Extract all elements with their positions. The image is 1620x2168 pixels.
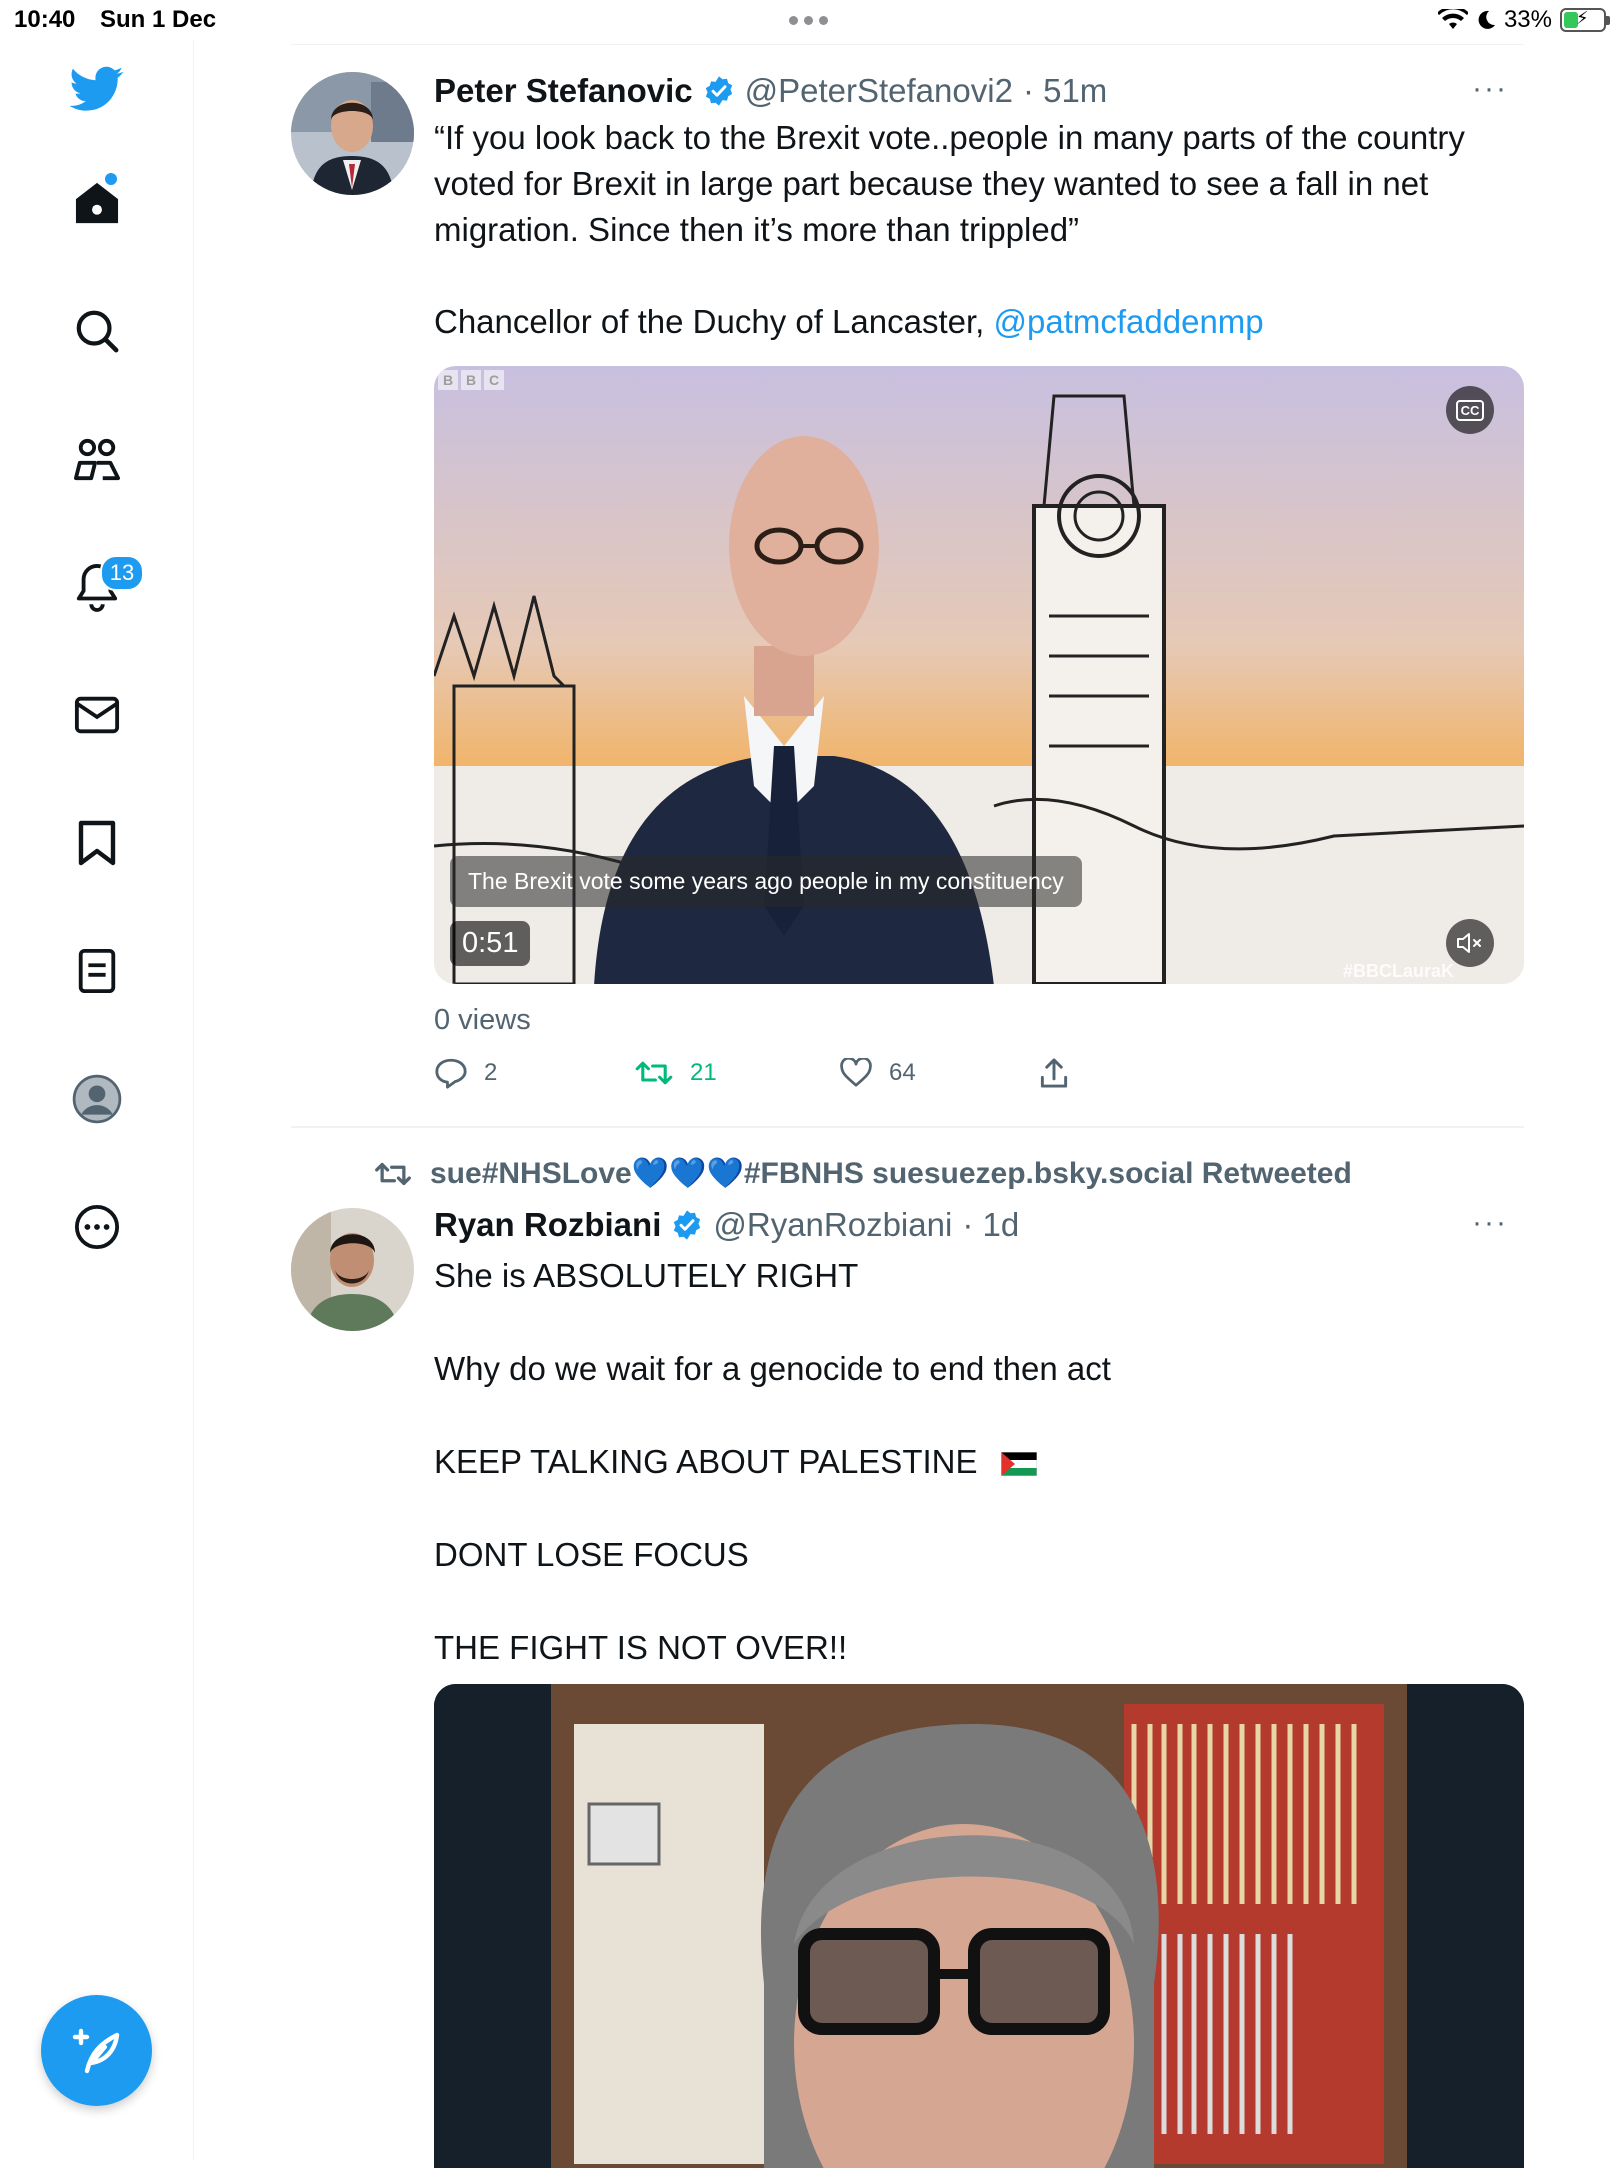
search-icon[interactable] — [66, 300, 128, 362]
profile-icon[interactable] — [66, 1068, 128, 1130]
feed-top-divider — [291, 44, 1524, 45]
author-handle[interactable]: @RyanRozbiani — [713, 1206, 952, 1244]
mute-button[interactable] — [1446, 919, 1494, 967]
like-count: 64 — [889, 1059, 916, 1086]
tweet-video[interactable]: BBC CC The Brexit vote some years ago pe… — [434, 366, 1524, 984]
messages-icon[interactable] — [66, 684, 128, 746]
mention-link[interactable]: @patmcfaddenmp — [994, 303, 1264, 340]
like-button[interactable]: 64 — [839, 1058, 1039, 1088]
verified-badge-icon — [674, 1210, 701, 1240]
twitter-logo-icon[interactable] — [66, 58, 128, 120]
tweet-time[interactable]: · 1d — [962, 1206, 1019, 1244]
compose-tweet-button[interactable] — [41, 1995, 152, 2106]
tweet-quote: “If you look back to the Brexit vote..pe… — [434, 119, 1465, 248]
tweet-header: Peter Stefanovic @PeterStefanovi2 · 51m — [434, 72, 1107, 110]
reply-icon — [435, 1058, 467, 1089]
palestine-flag-icon — [1000, 1451, 1038, 1477]
more-icon[interactable] — [66, 1196, 128, 1258]
video-frame — [434, 1684, 1524, 2168]
view-count: 0 views — [434, 1004, 531, 1036]
tweet-more-button[interactable]: ··· — [1472, 72, 1508, 106]
video-caption: The Brexit vote some years ago people in… — [450, 856, 1082, 907]
blue-hearts-emoji: 💙💙💙 — [631, 1157, 744, 1190]
status-date: Sun 1 Dec — [100, 6, 217, 33]
heart-icon — [840, 1058, 872, 1087]
communities-icon[interactable] — [66, 428, 128, 490]
battery-percent: 33% — [1503, 6, 1552, 33]
tweet-line: KEEP TALKING ABOUT PALESTINE — [434, 1443, 978, 1480]
tweet-time[interactable]: · 51m — [1023, 72, 1107, 110]
share-button[interactable] — [1039, 1057, 1069, 1089]
tweet-more-button[interactable]: ··· — [1472, 1206, 1508, 1240]
verified-badge-icon — [705, 76, 732, 106]
multitasking-dots-icon[interactable] — [789, 16, 828, 25]
status-time: 10:40 — [14, 6, 76, 33]
tweet-text: She is ABSOLUTELY RIGHT Why do we wait f… — [434, 1253, 1524, 1671]
status-bar: 10:40 Sun 1 Dec 33% ⚡ — [0, 0, 1620, 40]
lists-icon[interactable] — [66, 940, 128, 1002]
author-name[interactable]: Peter Stefanovic — [434, 72, 693, 110]
battery-icon: ⚡ — [1560, 8, 1610, 32]
tweet-header: Ryan Rozbiani @RyanRozbiani · 1d — [434, 1206, 1019, 1244]
home-unread-dot — [105, 173, 117, 185]
speaker-muted-icon — [1457, 933, 1481, 953]
bookmarks-icon[interactable] — [66, 812, 128, 874]
video-duration: 0:51 — [450, 921, 531, 966]
tweet-text: “If you look back to the Brexit vote..pe… — [434, 115, 1524, 345]
cc-icon: CC — [1455, 399, 1485, 421]
retweet-small-icon — [375, 1162, 411, 1185]
notifications-badge: 13 — [100, 555, 144, 591]
reply-button[interactable]: 2 — [434, 1057, 634, 1089]
author-handle[interactable]: @PeterStefanovi2 — [745, 72, 1013, 110]
closed-captions-button[interactable]: CC — [1446, 386, 1494, 434]
retweet-button[interactable]: 21 — [634, 1059, 839, 1087]
tweet-attribution: Chancellor of the Duchy of Lancaster, — [434, 303, 994, 340]
avatar[interactable] — [291, 72, 414, 195]
moon-icon — [1478, 10, 1495, 29]
wifi-icon — [1437, 9, 1468, 29]
tweet-line: DONT LOSE FOCUS — [434, 1536, 749, 1573]
video-watermark-tag: #BBCLauraK — [1342, 961, 1454, 981]
retweeter-tail: #FBNHS suesuezep.bsky.social Retweeted — [743, 1157, 1352, 1190]
tweet-actions: 2 21 64 — [434, 1057, 1069, 1089]
tweet[interactable]: Peter Stefanovic @PeterStefanovi2 · 51m … — [291, 72, 1524, 1122]
tweet-divider — [291, 1126, 1524, 1128]
tweet-line: Why do we wait for a genocide to end the… — [434, 1350, 1111, 1387]
avatar[interactable] — [291, 1208, 414, 1331]
tweet-line: She is ABSOLUTELY RIGHT — [434, 1257, 859, 1294]
reply-count: 2 — [484, 1059, 498, 1086]
video-watermark-logo: BBC — [438, 370, 504, 390]
author-name[interactable]: Ryan Rozbiani — [434, 1206, 661, 1244]
compose-tweet-icon — [72, 2028, 119, 2073]
home-icon[interactable] — [66, 172, 128, 234]
tweet-line: THE FIGHT IS NOT OVER!! — [434, 1629, 848, 1666]
retweet-count: 21 — [690, 1059, 717, 1086]
share-icon — [1040, 1058, 1068, 1088]
retweet-icon — [635, 1061, 673, 1085]
tweet-video[interactable] — [434, 1684, 1524, 2168]
retweeter-name: sue#NHSLove — [430, 1157, 632, 1190]
status-right: 33% ⚡ — [1437, 6, 1610, 34]
retweeted-by[interactable]: sue#NHSLove💙💙💙#FBNHS suesuezep.bsky.soci… — [374, 1156, 1352, 1191]
tweet[interactable]: Ryan Rozbiani @RyanRozbiani · 1d ··· She… — [291, 1206, 1524, 2168]
